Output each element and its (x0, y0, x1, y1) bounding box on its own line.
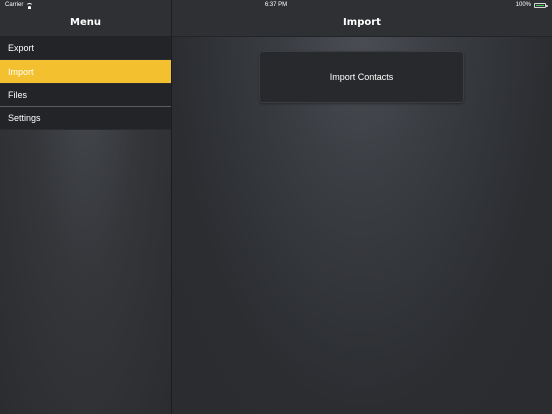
menu-item-label: Export (8, 43, 35, 53)
status-bar: Carrier 6:37 PM 100% (0, 0, 552, 11)
wifi-icon (26, 2, 34, 9)
sidebar-menu: Menu Export Import Files Settings (0, 0, 172, 414)
carrier-indicator: Carrier (5, 2, 34, 9)
menu-item-export[interactable]: Export (0, 37, 171, 60)
menu-item-label: Files (8, 90, 28, 100)
status-time: 6:37 PM (264, 2, 288, 8)
carrier-label: Carrier (5, 2, 24, 8)
import-contacts-label: Import Contacts (329, 72, 394, 82)
menu-item-settings[interactable]: Settings (0, 107, 171, 130)
battery-icon (534, 2, 548, 8)
battery-percent: 100% (515, 2, 531, 8)
battery-indicator: 100% (515, 2, 548, 8)
menu-list: Export Import Files Settings (0, 37, 171, 130)
menu-item-files[interactable]: Files (0, 84, 171, 107)
page-title: Import (343, 17, 381, 28)
menu-item-label: Settings (8, 113, 41, 123)
import-contacts-button[interactable]: Import Contacts (259, 51, 464, 103)
menu-item-label: Import (8, 66, 34, 77)
menu-item-import[interactable]: Import (0, 60, 171, 84)
sidebar-title: Menu (70, 17, 101, 28)
main-content: Import Import Contacts (172, 0, 552, 414)
